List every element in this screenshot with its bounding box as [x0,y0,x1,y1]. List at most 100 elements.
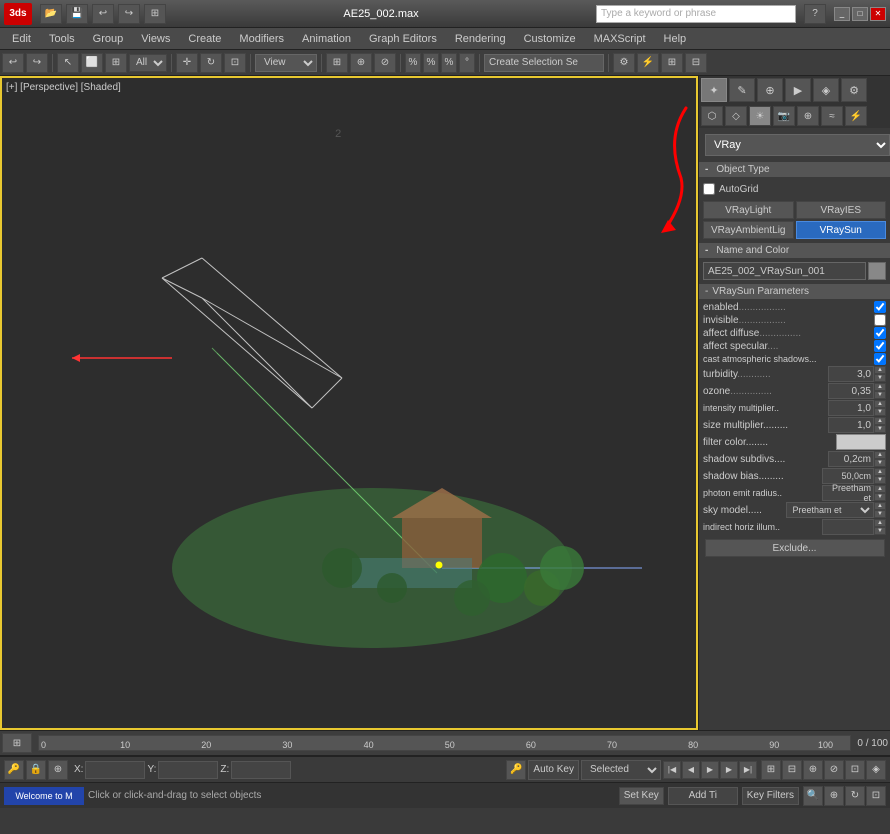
search-box[interactable]: Type a keyword or phrase [596,5,796,23]
turbidity-spinner[interactable]: ▲ ▼ [874,366,886,382]
set-key-button[interactable]: Set Key [619,787,664,805]
cast-shadows-checkbox[interactable] [874,353,886,365]
tb-btn[interactable]: ⚡ [637,53,659,73]
nav-btn[interactable]: 🔍 [803,786,823,806]
size-spinner[interactable]: ▲ ▼ [874,417,886,433]
vraysun-params-header[interactable]: - VRaySun Parameters [699,284,890,299]
mode-select[interactable]: All [129,54,167,72]
x-coord-input[interactable] [85,761,145,779]
color-swatch[interactable] [868,262,886,280]
redo-button[interactable]: ↪ [26,53,48,73]
y-coord-input[interactable] [158,761,218,779]
menu-edit[interactable]: Edit [4,31,39,47]
object-name-input[interactable] [703,262,866,280]
menu-create[interactable]: Create [180,31,229,47]
affect-diffuse-checkbox[interactable] [874,327,886,339]
status-extra-btn[interactable]: ⊕ [803,760,823,780]
menu-rendering[interactable]: Rendering [447,31,514,47]
tb-btn[interactable]: % [423,53,439,73]
select-region-btn[interactable]: ⬜ [81,53,103,73]
tb-btn[interactable]: ⊞ [661,53,683,73]
status-extra-btn[interactable]: ⊟ [782,760,802,780]
viewport-layout-btn[interactable]: ⊞ [2,733,32,753]
spin-up[interactable]: ▲ [874,468,886,476]
menu-views[interactable]: Views [133,31,178,47]
spin-down[interactable]: ▼ [874,510,886,518]
toolbar-btn[interactable]: ⊞ [144,4,166,24]
menu-customize[interactable]: Customize [516,31,584,47]
sky-model-select[interactable]: Preetham et CIE Clear CIE Overcast [786,502,875,518]
menu-modifiers[interactable]: Modifiers [231,31,292,47]
status-extra-btn[interactable]: ◈ [866,760,886,780]
motion-panel-tab[interactable]: ▶ [785,78,811,102]
status-extra-btn[interactable]: ⊡ [845,760,865,780]
spin-up[interactable]: ▲ [874,485,886,493]
add-time-track[interactable]: Add Ti [668,787,738,805]
select-btn[interactable]: ↖ [57,53,79,73]
menu-graph-editors[interactable]: Graph Editors [361,31,445,47]
vrayambientlig-button[interactable]: VRayAmbientLig [703,221,794,239]
hierarchy-panel-tab[interactable]: ⊕ [757,78,783,102]
tb-btn[interactable]: ⊞ [326,53,348,73]
status-btn-lock[interactable]: 🔒 [26,760,46,780]
tb-btn[interactable]: % [441,53,457,73]
go-start-btn[interactable]: |◀ [663,761,681,779]
name-color-header[interactable]: - Name and Color [699,243,890,258]
scale-btn[interactable]: ⊡ [224,53,246,73]
menu-tools[interactable]: Tools [41,31,83,47]
tb-btn[interactable]: ⊘ [374,53,396,73]
invisible-checkbox[interactable] [874,314,886,326]
tb-btn[interactable]: ⊟ [685,53,707,73]
menu-animation[interactable]: Animation [294,31,359,47]
spin-down[interactable]: ▼ [874,391,886,399]
menu-group[interactable]: Group [85,31,132,47]
object-type-header[interactable]: - Object Type [699,162,890,177]
select-all-btn[interactable]: ⊞ [105,53,127,73]
vraylight-button[interactable]: VRayLight [703,201,794,219]
affect-specular-checkbox[interactable] [874,340,886,352]
spin-up[interactable]: ▲ [874,417,886,425]
sub-tab-helpers[interactable]: ⊕ [797,106,819,126]
move-btn[interactable]: ✛ [176,53,198,73]
intensity-spinner[interactable]: ▲ ▼ [874,400,886,416]
shadow-subdivs-spinner[interactable]: ▲ ▼ [874,451,886,467]
spin-down[interactable]: ▼ [874,408,886,416]
sky-model-spinner[interactable]: ▲ ▼ [874,502,886,518]
status-extra-btn[interactable]: ⊞ [761,760,781,780]
spin-up[interactable]: ▲ [874,519,886,527]
z-coord-input[interactable] [231,761,291,779]
toolbar-btn[interactable]: ↩ [92,4,114,24]
vraysun-button[interactable]: VRaySun [796,221,887,239]
spin-up[interactable]: ▲ [874,383,886,391]
spin-up[interactable]: ▲ [874,366,886,374]
vray-renderer-select[interactable]: VRay V-Ray Next V-Ray GPU [705,134,890,156]
menu-help[interactable]: Help [656,31,695,47]
sub-tab-spacewarps[interactable]: ≈ [821,106,843,126]
filter-color-swatch[interactable] [836,434,886,450]
utilities-panel-tab[interactable]: ⚙ [841,78,867,102]
key-icon[interactable]: 🔑 [506,760,526,780]
ozone-spinner[interactable]: ▲ ▼ [874,383,886,399]
autogrid-checkbox[interactable] [703,183,715,195]
menu-maxscript[interactable]: MAXScript [586,31,654,47]
toolbar-btn[interactable]: 📂 [40,4,62,24]
vrayies-button[interactable]: VRayIES [796,201,887,219]
go-end-btn[interactable]: ▶| [739,761,757,779]
modify-panel-tab[interactable]: ✎ [729,78,755,102]
create-panel-tab[interactable]: ✦ [701,78,727,102]
spin-down[interactable]: ▼ [874,459,886,467]
minimize-button[interactable]: _ [834,7,850,21]
nav-btn[interactable]: ↻ [845,786,865,806]
create-selection-button[interactable]: Create Selection Se [484,54,604,72]
status-btn-snap[interactable]: ⊕ [48,760,68,780]
tb-btn[interactable]: ⚙ [613,53,635,73]
restore-button[interactable]: □ [852,7,868,21]
sub-tab-geo[interactable]: ⬡ [701,106,723,126]
tb-btn[interactable]: ⊕ [350,53,372,73]
toolbar-btn[interactable]: ↪ [118,4,140,24]
spin-up[interactable]: ▲ [874,451,886,459]
autokey-button[interactable]: Auto Key [528,760,579,780]
viewport[interactable]: [+] [Perspective] [Shaded] 2 [0,76,698,730]
next-frame-btn[interactable]: ▶ [720,761,738,779]
sub-tab-lights[interactable]: ☀ [749,106,771,126]
